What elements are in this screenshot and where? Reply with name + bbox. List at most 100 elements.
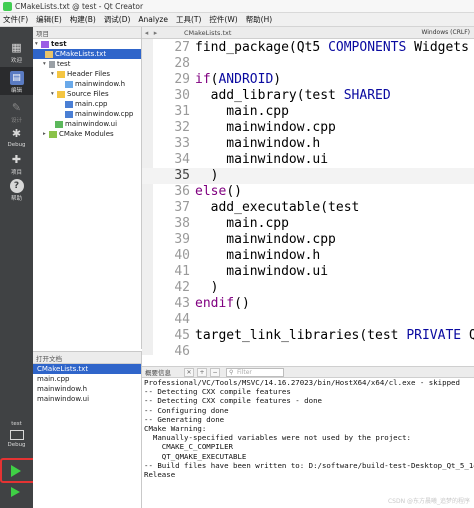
line-number: 44 (174, 312, 190, 327)
open-doc-item[interactable]: mainwindow.h (33, 384, 141, 394)
open-doc-item[interactable]: mainwindow.ui (33, 394, 141, 404)
clear-icon[interactable]: ✕ (184, 367, 194, 377)
tree-item-source-files[interactable]: ▾ Source Files (51, 89, 109, 99)
menu-help[interactable]: 帮助(H) (246, 14, 273, 25)
line-number: 43 (174, 296, 190, 311)
code-line[interactable]: 44 (142, 312, 474, 328)
code-line[interactable]: 37 add_executable(test (142, 200, 474, 216)
output-log: Professional/VC/Tools/MSVC/14.16.27023/b… (142, 378, 474, 508)
edit-icon: ▤ (9, 71, 24, 85)
pen-icon: ✎ (11, 101, 22, 114)
zoom-in-icon[interactable]: + (197, 367, 207, 377)
tree-item-cmakelists[interactable]: CMakeLists.txt (33, 49, 141, 59)
code-line[interactable]: 33 mainwindow.h (142, 136, 474, 152)
forward-arrow-icon[interactable]: ▸ (151, 29, 160, 37)
code-line[interactable]: 46 (142, 344, 474, 355)
debug-run-button[interactable] (11, 487, 20, 497)
code-line[interactable]: 29 if(ANDROID) (142, 72, 474, 88)
mode-projects[interactable]: ✚ 项目 (0, 153, 33, 176)
output-line: -- Configuring done (144, 405, 229, 415)
tree-item-mainwindow-cpp[interactable]: mainwindow.cpp (65, 109, 133, 119)
code-line[interactable]: 30 add_library(test SHARED (142, 88, 474, 104)
run-button[interactable] (11, 465, 21, 477)
output-line: -- Detecting CXX compile features - done (144, 396, 322, 406)
mode-debug[interactable]: ✱ Debug (0, 127, 33, 148)
project-panel: 项目 ▾ test CMakeLists.txt ▾ test ▾ Header… (33, 27, 142, 349)
code-line[interactable]: 42 ) (142, 280, 474, 296)
code-text: if(ANDROID) (195, 72, 282, 87)
encoding-label[interactable]: Windows (CRLF) (421, 29, 470, 36)
code-line[interactable]: 27 find_package(Qt5 COMPONENTS Widgets RE… (142, 40, 474, 56)
open-doc-item[interactable]: main.cpp (33, 374, 141, 384)
code-line[interactable]: 34 mainwindow.ui (142, 152, 474, 168)
code-line[interactable]: 38 main.cpp (142, 216, 474, 232)
code-line[interactable]: 32 mainwindow.cpp (142, 120, 474, 136)
title-bar: CMakeLists.txt @ test - Qt Creator (0, 0, 474, 13)
code-text: ) (195, 168, 219, 183)
mode-help[interactable]: ? 帮助 (0, 179, 33, 202)
mode-edit[interactable]: ▤ 编辑 (0, 67, 33, 95)
project-folder-icon (41, 40, 49, 48)
line-number: 35 (174, 168, 190, 183)
header-file-icon (65, 80, 73, 88)
line-number: 41 (174, 264, 190, 279)
open-documents-header: 打开文档 (33, 352, 141, 364)
menu-tools[interactable]: 工具(T) (176, 14, 201, 25)
code-text: mainwindow.cpp (195, 232, 336, 247)
menu-edit[interactable]: 编辑(E) (36, 14, 62, 25)
code-text: else() (195, 184, 242, 199)
code-line[interactable]: 36 else() (142, 184, 474, 200)
code-line[interactable]: 43 endif() (142, 296, 474, 312)
tree-label: test (51, 40, 67, 48)
line-number: 45 (174, 328, 190, 343)
output-line: Release (144, 470, 176, 480)
back-arrow-icon[interactable]: ◂ (142, 29, 151, 37)
output-line: -- Generating done (144, 414, 225, 424)
mode-label: 帮助 (10, 196, 22, 202)
tree-item-mainwindow-h[interactable]: mainwindow.h (65, 79, 125, 89)
tree-item-header-files[interactable]: ▾ Header Files (51, 69, 110, 79)
output-title: 概要信息 (145, 369, 171, 377)
open-doc-item[interactable]: CMakeLists.txt (33, 364, 141, 374)
ui-file-icon (55, 120, 63, 128)
line-number: 38 (174, 216, 190, 231)
code-line[interactable]: 28 (142, 56, 474, 72)
mode-label: 项目 (10, 170, 22, 176)
code-text: ) (195, 280, 219, 295)
menu-debug[interactable]: 调试(D) (104, 14, 131, 25)
code-text: add_library(test SHARED (195, 88, 391, 103)
folder-icon (49, 130, 57, 138)
code-line[interactable]: 39 mainwindow.cpp (142, 232, 474, 248)
play-icon (11, 465, 21, 477)
code-line[interactable]: 45 target_link_libraries(test PRIVATE Qt5 (142, 328, 474, 344)
output-line: Professional/VC/Tools/MSVC/14.16.27023/b… (144, 378, 460, 387)
output-filter-input[interactable]: Filter (226, 367, 284, 377)
code-line[interactable]: 31 main.cpp (142, 104, 474, 120)
folder-icon (57, 70, 65, 78)
tree-item-cmake-modules[interactable]: ▸ CMake Modules (43, 129, 114, 139)
code-line[interactable]: 41 mainwindow.ui (142, 264, 474, 280)
tree-label: CMake Modules (59, 130, 114, 138)
open-documents-title: 打开文档 (36, 354, 62, 363)
bug-icon: ✱ (11, 127, 22, 140)
code-line[interactable]: 35 ) (142, 168, 474, 184)
menu-analyze[interactable]: Analyze (138, 15, 168, 24)
menu-widgets[interactable]: 控件(W) (209, 14, 237, 25)
mode-label: 编辑 (10, 88, 22, 94)
menu-build[interactable]: 构建(B) (70, 14, 96, 25)
zoom-out-icon[interactable]: − (210, 367, 220, 377)
source-file-icon (65, 110, 73, 118)
tree-item-test-target[interactable]: ▾ test (43, 59, 70, 69)
code-line[interactable]: 40 mainwindow.h (142, 248, 474, 264)
tree-item-mainwindow-ui[interactable]: mainwindow.ui (55, 119, 117, 129)
target-project-label: test (11, 421, 22, 427)
editor-file-name[interactable]: CMakeLists.txt (184, 29, 231, 37)
menu-file[interactable]: 文件(F) (3, 14, 28, 25)
build-target-selector[interactable]: test Debug (0, 421, 33, 448)
code-editor[interactable]: 27 find_package(Qt5 COMPONENTS Widgets RE… (142, 39, 474, 355)
folder-icon (57, 90, 65, 98)
tree-item-root[interactable]: ▾ test (35, 39, 141, 49)
tree-item-main-cpp[interactable]: main.cpp (65, 99, 107, 109)
mode-welcome[interactable]: ▦ 欢迎 (0, 41, 33, 64)
mode-design[interactable]: ✎ 设计 (0, 101, 33, 124)
